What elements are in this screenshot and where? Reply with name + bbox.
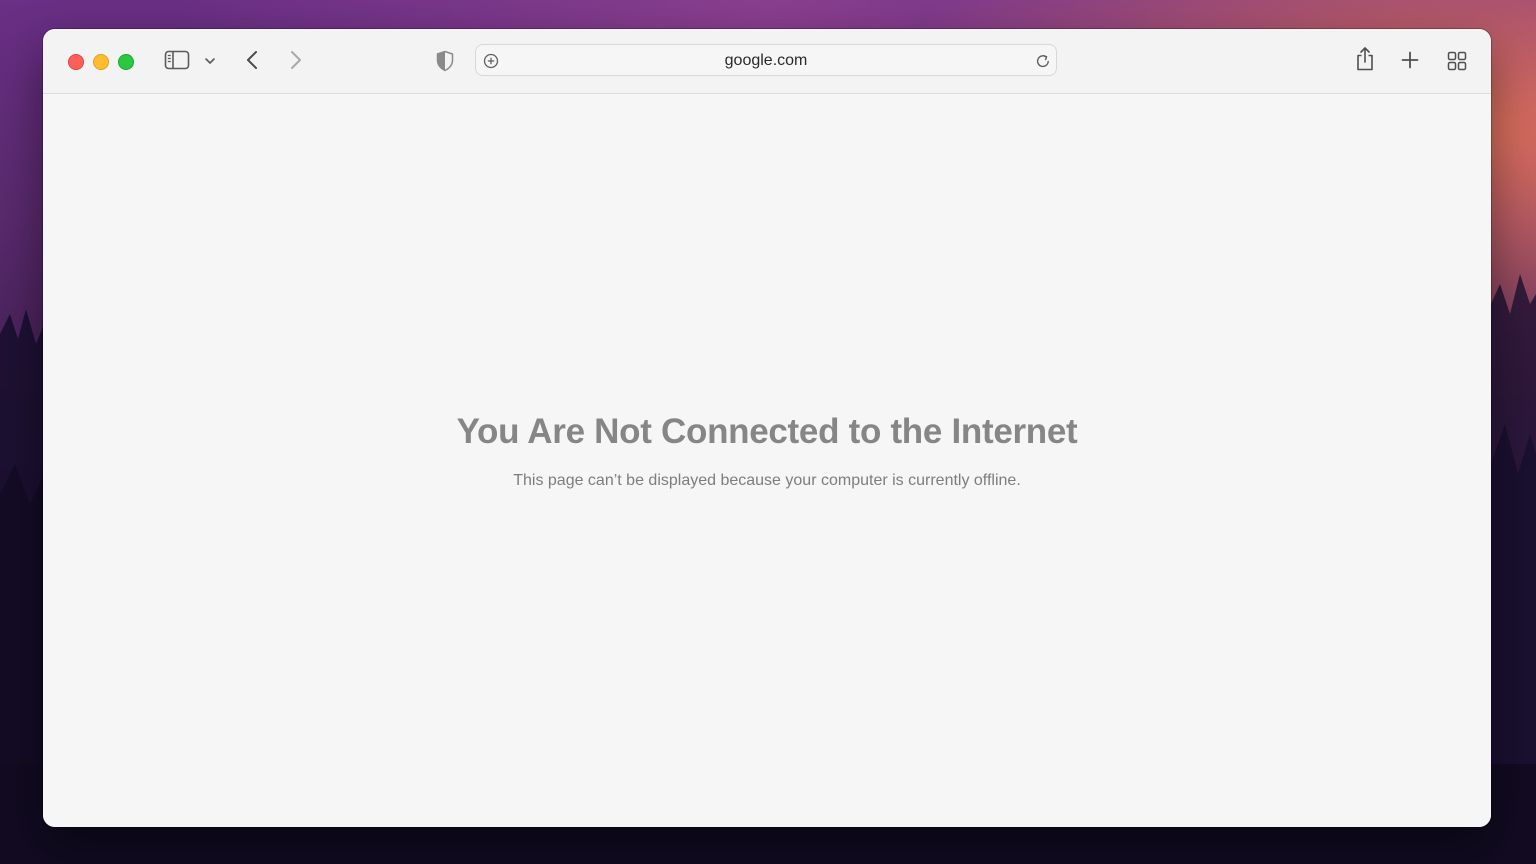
chevron-left-icon — [247, 51, 257, 69]
url-text[interactable]: google.com — [476, 45, 1056, 75]
page-content: You Are Not Connected to the Internet Th… — [43, 94, 1491, 827]
chevron-down-icon[interactable] — [202, 53, 218, 69]
error-title: You Are Not Connected to the Internet — [456, 412, 1078, 451]
grid-icon[interactable] — [1446, 50, 1468, 72]
reload-icon[interactable] — [1034, 52, 1052, 70]
browser-window: google.com You Are Not Connected to the … — [43, 29, 1491, 827]
shield-icon[interactable] — [435, 49, 455, 73]
chevron-right-icon — [291, 51, 301, 69]
sidebar-toggle-icon[interactable] — [164, 49, 190, 71]
desktop-background: google.com You Are Not Connected to the … — [0, 0, 1536, 864]
close-window-button[interactable] — [68, 54, 84, 70]
zoom-window-button[interactable] — [118, 54, 134, 70]
forward-button[interactable] — [286, 49, 306, 71]
address-bar[interactable]: google.com — [475, 44, 1057, 76]
plus-icon[interactable] — [1400, 50, 1420, 70]
minimize-window-button[interactable] — [93, 54, 109, 70]
browser-toolbar: google.com — [43, 29, 1491, 94]
error-message: This page can’t be displayed because you… — [513, 472, 1021, 489]
back-button[interactable] — [242, 49, 262, 71]
share-icon[interactable] — [1354, 45, 1376, 73]
